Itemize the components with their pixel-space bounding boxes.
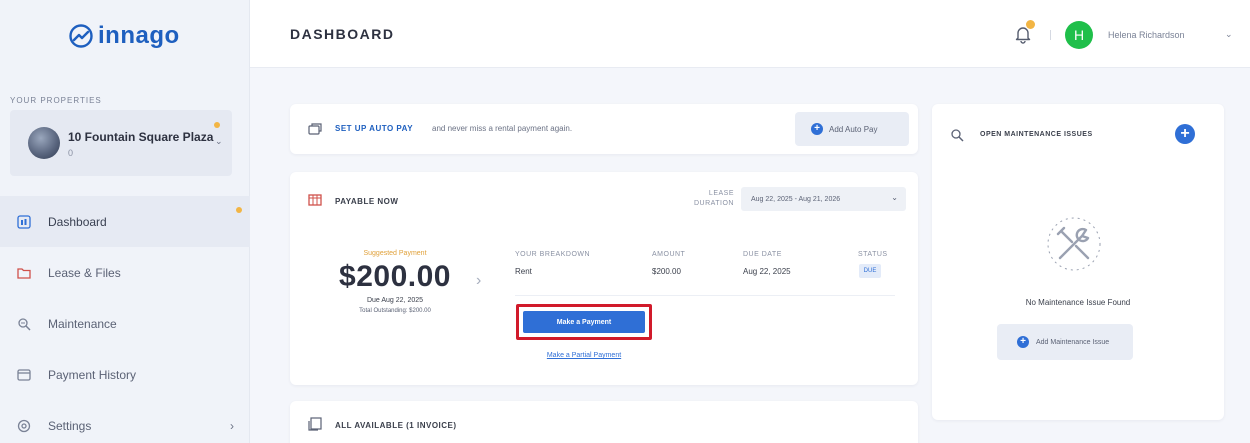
invoice-icon bbox=[308, 417, 322, 431]
innago-logo[interactable]: innago bbox=[68, 22, 180, 50]
add-auto-pay-button[interactable]: + Add Auto Pay bbox=[795, 112, 909, 146]
user-name[interactable]: Helena Richardson bbox=[1108, 30, 1185, 40]
autopay-title[interactable]: SET UP AUTO PAY bbox=[335, 124, 413, 133]
lease-duration-select[interactable]: Aug 22, 2025 - Aug 21, 2026 ⌄ bbox=[741, 187, 906, 211]
add-maintenance-label: Add Maintenance Issue bbox=[1036, 338, 1110, 346]
sidebar-item-label: Settings bbox=[48, 418, 92, 433]
sidebar-item-dashboard[interactable]: Dashboard bbox=[0, 196, 250, 247]
empty-state-text: No Maintenance Issue Found bbox=[1025, 298, 1131, 307]
page-title: DASHBOARD bbox=[290, 26, 395, 42]
maintenance-card: OPEN MAINTENANCE ISSUES + No Maintenance… bbox=[932, 104, 1224, 420]
status-badge: DUE bbox=[859, 264, 881, 278]
folder-icon bbox=[16, 265, 32, 281]
property-thumbnail bbox=[28, 127, 60, 159]
payable-now-card: PAYABLE NOW LEASE DURATION Aug 22, 2025 … bbox=[290, 172, 918, 385]
autopay-text: and never miss a rental payment again. bbox=[432, 124, 573, 133]
payment-amount: $200.00 bbox=[339, 260, 451, 293]
invoices-card: ALL AVAILABLE (1 INVOICE) bbox=[290, 401, 918, 443]
chevron-down-icon: ⌄ bbox=[891, 193, 898, 202]
top-header: DASHBOARD H Helena Richardson ⌄ bbox=[250, 0, 1250, 68]
sidebar-item-lease-files[interactable]: Lease & Files bbox=[0, 247, 250, 298]
breakdown-cell: Rent bbox=[515, 267, 532, 276]
payable-title: PAYABLE NOW bbox=[335, 197, 399, 206]
brand-name: innago bbox=[98, 22, 180, 49]
sidebar-item-label: Lease & Files bbox=[48, 265, 121, 280]
property-selector[interactable]: 10 Fountain Square Plaza 0 ⌄ bbox=[10, 110, 232, 176]
calendar-icon bbox=[308, 194, 322, 206]
due-date-text: Due Aug 22, 2025 bbox=[366, 297, 424, 304]
total-outstanding: Total Outstanding: $200.00 bbox=[359, 308, 431, 314]
due-date-cell: Aug 22, 2025 bbox=[743, 267, 791, 276]
amount-cell: $200.00 bbox=[652, 267, 681, 276]
sidebar-item-label: Payment History bbox=[48, 367, 137, 382]
lease-duration-label: LEASE DURATION bbox=[693, 190, 734, 207]
chevron-right-icon[interactable]: › bbox=[476, 272, 481, 290]
column-header-due-date: DUE DATE bbox=[743, 251, 782, 258]
dashboard-icon bbox=[16, 214, 32, 230]
maintenance-icon bbox=[16, 316, 32, 332]
property-sub: 0 bbox=[68, 148, 74, 158]
sidebar-item-settings[interactable]: Settings › bbox=[0, 400, 250, 443]
chevron-down-icon: ⌄ bbox=[215, 136, 223, 146]
sidebar-nav: Dashboard Lease & Files Maintenance Paym… bbox=[0, 196, 250, 443]
sidebar: innago YOUR PROPERTIES 10 Fountain Squar… bbox=[0, 0, 250, 443]
suggested-payment-label: Suggested Payment bbox=[363, 250, 427, 257]
payment-history-icon bbox=[16, 367, 32, 383]
partial-payment-link[interactable]: Make a Partial Payment bbox=[515, 352, 653, 359]
properties-label: YOUR PROPERTIES bbox=[10, 96, 102, 105]
sidebar-item-maintenance[interactable]: Maintenance bbox=[0, 298, 250, 349]
sidebar-item-label: Dashboard bbox=[48, 214, 107, 229]
chevron-right-icon: › bbox=[230, 418, 234, 433]
sidebar-item-label: Maintenance bbox=[48, 316, 117, 331]
column-header-breakdown: YOUR BREAKDOWN bbox=[515, 251, 591, 258]
property-notification-dot bbox=[214, 122, 220, 128]
notification-dot bbox=[1026, 20, 1035, 29]
gear-icon bbox=[16, 418, 32, 434]
autopay-card: SET UP AUTO PAY and never miss a rental … bbox=[290, 104, 918, 154]
avatar[interactable]: H bbox=[1065, 21, 1093, 49]
divider bbox=[515, 295, 895, 296]
add-auto-pay-label: Add Auto Pay bbox=[829, 124, 878, 134]
make-payment-button[interactable]: Make a Payment bbox=[523, 311, 645, 333]
property-name: 10 Fountain Square Plaza bbox=[68, 130, 214, 144]
plus-icon: + bbox=[1017, 336, 1029, 348]
sidebar-item-payment-history[interactable]: Payment History bbox=[0, 349, 250, 400]
header-divider bbox=[1050, 30, 1051, 40]
lease-duration-value: Aug 22, 2025 - Aug 21, 2026 bbox=[751, 195, 841, 203]
column-header-status: STATUS bbox=[858, 251, 888, 258]
plus-icon: + bbox=[811, 123, 823, 135]
chevron-down-icon[interactable]: ⌄ bbox=[1225, 29, 1233, 40]
maintenance-title: OPEN MAINTENANCE ISSUES bbox=[980, 131, 1093, 138]
column-header-amount: AMOUNT bbox=[652, 251, 686, 258]
maintenance-icon bbox=[951, 129, 964, 142]
add-maintenance-plus-button[interactable]: + bbox=[1175, 124, 1195, 144]
add-maintenance-issue-button[interactable]: + Add Maintenance Issue bbox=[997, 324, 1133, 360]
autopay-icon bbox=[308, 123, 322, 135]
logo-icon bbox=[69, 24, 93, 48]
invoices-title[interactable]: ALL AVAILABLE (1 INVOICE) bbox=[335, 421, 457, 430]
tools-icon bbox=[1047, 217, 1101, 271]
notification-dot bbox=[236, 207, 242, 213]
